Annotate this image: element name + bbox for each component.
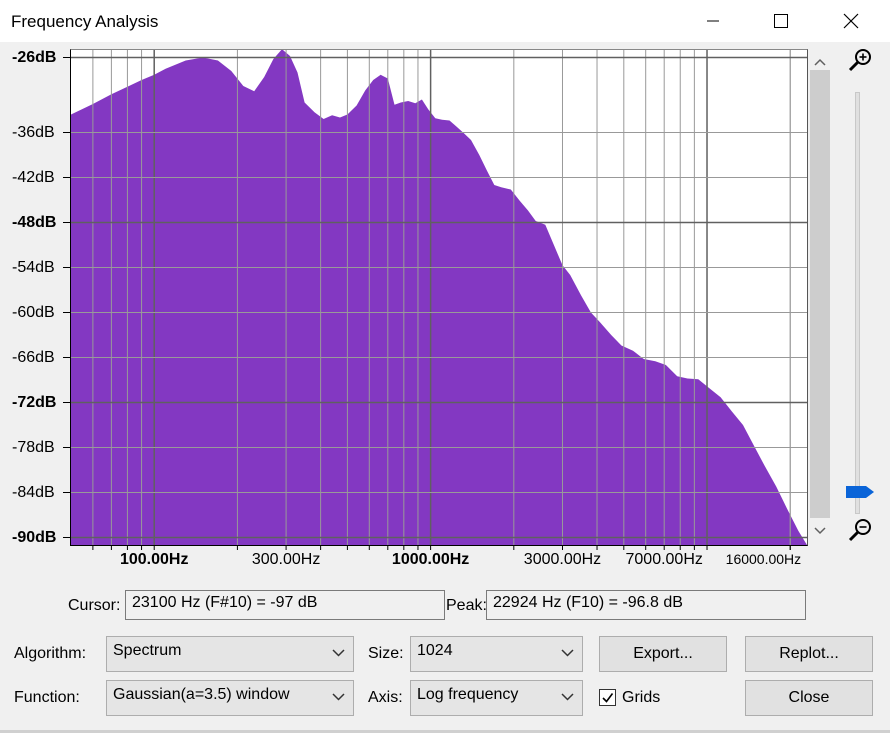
y-tick-label: -26dB (12, 48, 57, 66)
function-select[interactable]: Gaussian(a=3.5) window (106, 680, 354, 716)
grids-label: Grids (622, 689, 661, 706)
axis-label: Axis: (368, 689, 403, 706)
y-tick-label: -84dB (12, 483, 55, 501)
chevron-down-icon (332, 693, 345, 701)
y-tick-label: -36dB (12, 123, 55, 141)
size-value: 1024 (417, 642, 453, 659)
export-button[interactable]: Export... (599, 636, 727, 672)
chevron-up-icon (814, 58, 826, 66)
close-button[interactable]: Close (745, 680, 873, 716)
x-tick-label: 300.00Hz (251, 551, 321, 568)
chevron-down-icon (332, 649, 345, 657)
scroll-down-arrow[interactable] (810, 521, 830, 541)
zoom-out-button[interactable] (846, 516, 874, 549)
chevron-down-icon (814, 527, 826, 535)
axis-select[interactable]: Log frequency (410, 680, 583, 716)
chevron-down-icon (561, 649, 574, 657)
y-tick-label: -78dB (12, 438, 55, 456)
cursor-value-field: 23100 Hz (F#10) = -97 dB (125, 590, 445, 620)
title-bar: Frequency Analysis (0, 0, 890, 42)
spectrum-area (71, 50, 807, 545)
window-title: Frequency Analysis (11, 12, 159, 31)
peak-value-field: 22924 Hz (F10) = -96.8 dB (486, 590, 806, 620)
peak-label: Peak: (446, 597, 487, 614)
y-tick-label: -54dB (12, 258, 55, 276)
y-tick-label: -90dB (12, 528, 57, 546)
y-tick-label: -72dB (12, 393, 57, 411)
grids-checkbox[interactable] (599, 689, 616, 706)
replot-button[interactable]: Replot... (745, 636, 873, 672)
y-tick-label: -42dB (12, 168, 55, 186)
chevron-down-icon (561, 693, 574, 701)
zoom-out-icon (848, 519, 871, 542)
maximize-icon (774, 14, 788, 28)
y-tick-label: -60dB (12, 303, 55, 321)
slider-thumb-icon (846, 486, 874, 498)
checkmark-icon (602, 693, 614, 703)
spectrum-plot[interactable] (70, 49, 808, 546)
algorithm-value: Spectrum (113, 642, 182, 659)
x-tick-label: 100.00Hz (119, 551, 189, 568)
y-tick-label: -48dB (12, 213, 57, 231)
zoom-in-button[interactable] (846, 46, 874, 79)
maximize-button[interactable] (758, 0, 804, 42)
close-window-button[interactable] (828, 0, 874, 42)
axis-value: Log frequency (417, 686, 519, 703)
zoom-in-icon (848, 49, 871, 72)
x-tick-label: 1000.00Hz (391, 551, 470, 568)
zoom-slider-thumb[interactable] (846, 484, 876, 505)
x-tick-label: 3000.00Hz (523, 551, 602, 568)
size-select[interactable]: 1024 (410, 636, 583, 672)
function-value: Gaussian(a=3.5) window (113, 686, 290, 703)
function-label: Function: (14, 689, 80, 706)
scroll-up-arrow[interactable] (810, 52, 830, 72)
x-tick-label: 7000.00Hz (625, 551, 703, 568)
close-icon (843, 13, 859, 29)
y-tick-label: -66dB (12, 348, 55, 366)
algorithm-label: Algorithm: (14, 645, 87, 662)
minimize-button[interactable] (690, 0, 736, 42)
algorithm-select[interactable]: Spectrum (106, 636, 354, 672)
cursor-label: Cursor: (68, 597, 121, 614)
spectrum-chart (71, 50, 807, 545)
scroll-thumb[interactable] (810, 70, 830, 518)
x-tick-label: 16000.00Hz (725, 551, 802, 567)
zoom-slider-track[interactable] (855, 92, 860, 514)
size-label: Size: (368, 645, 404, 662)
minimize-icon (707, 20, 719, 22)
